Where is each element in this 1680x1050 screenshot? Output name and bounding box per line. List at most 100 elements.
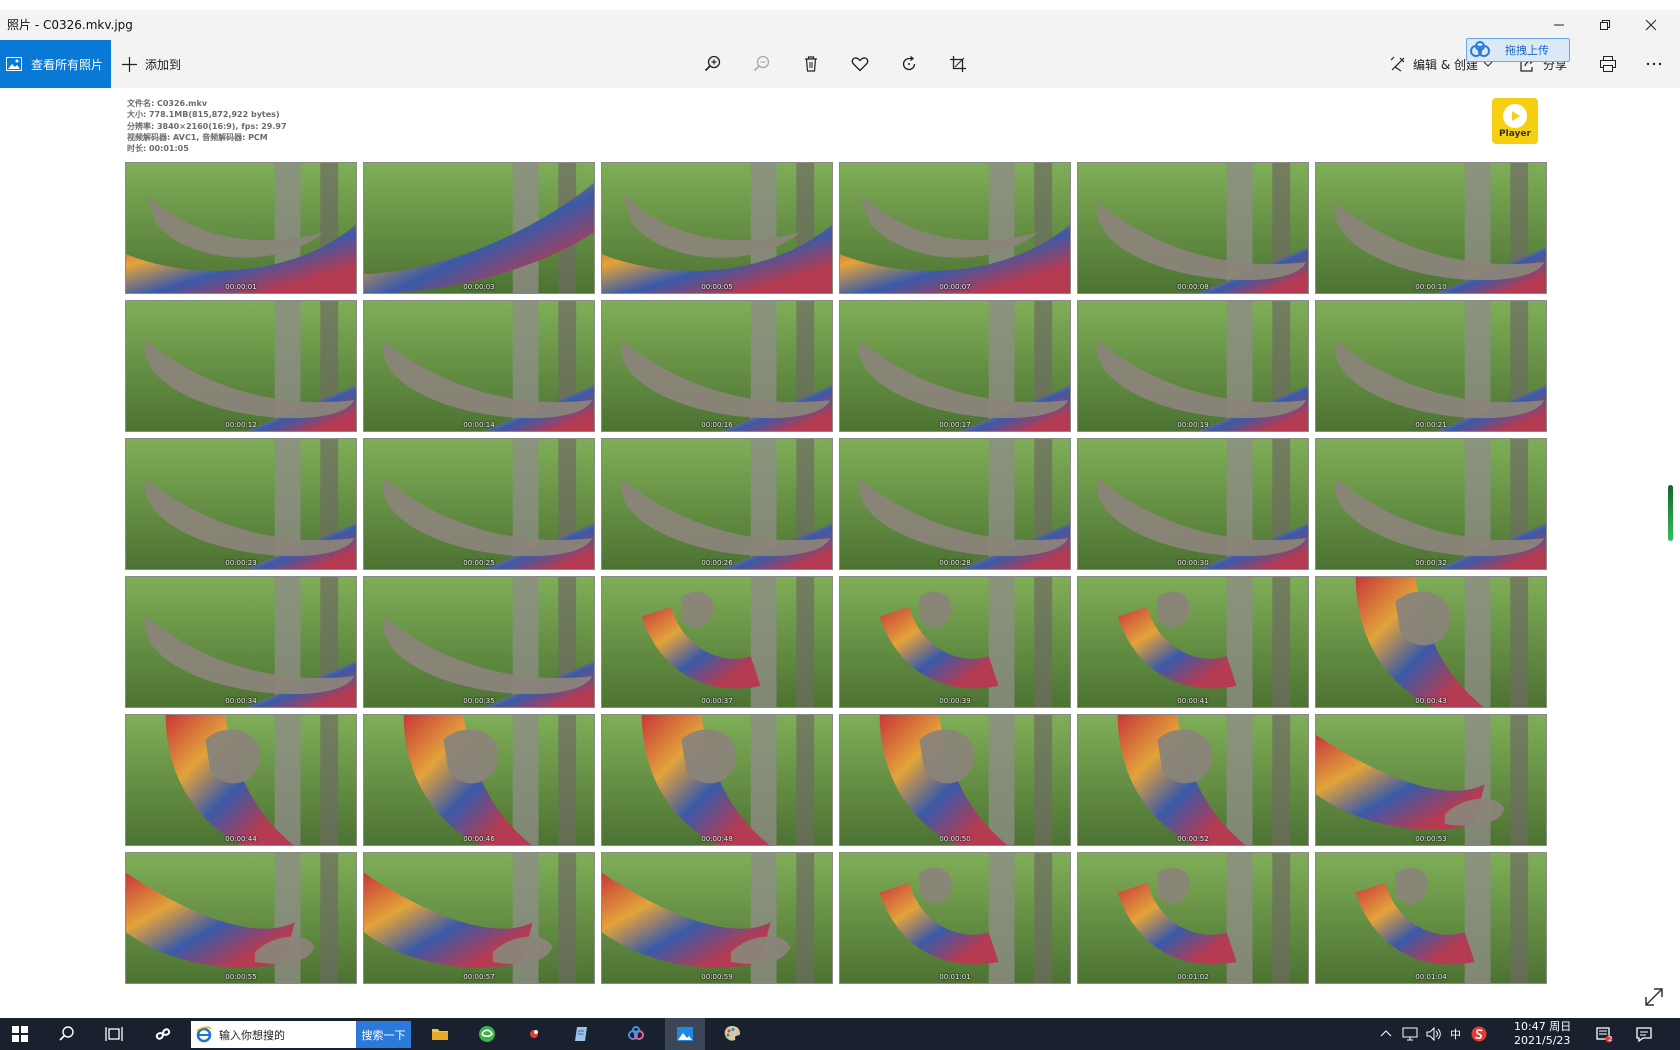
task-view-button[interactable] [94,1018,134,1050]
drag-upload-badge[interactable]: 拖拽上传 [1466,38,1570,62]
sogou-ime-icon[interactable] [1471,1026,1487,1042]
chevron-up-icon[interactable] [1380,1028,1392,1040]
video-thumbnail[interactable]: 00:01:01 [839,852,1071,984]
system-tray: 中 [1380,1018,1487,1050]
video-thumbnail[interactable]: 00:00:41 [1077,576,1309,708]
view-all-photos-button[interactable]: 查看所有照片 [0,40,111,88]
thumbnail-timestamp: 00:00:19 [1177,421,1209,429]
network-icon[interactable] [1402,1027,1418,1041]
ime-indicator[interactable]: 中 [1450,1026,1461,1042]
video-thumbnail[interactable]: 00:00:23 [125,438,357,570]
add-to-label: 添加到 [145,57,182,72]
close-icon [1645,19,1657,31]
paint-app-button[interactable] [712,1018,752,1050]
notes-app-button[interactable] [561,1018,601,1050]
thumbnail-timestamp: 00:00:50 [939,835,971,843]
video-thumbnail[interactable]: 00:00:35 [363,576,595,708]
zoom-out-icon [753,55,770,72]
thumbnail-image [602,163,832,293]
video-thumbnail[interactable]: 00:00:25 [363,438,595,570]
baidu-netdisk-button[interactable] [616,1018,656,1050]
thumbnail-image [602,301,832,431]
minimize-button[interactable] [1536,10,1582,40]
taskbar-search-box[interactable]: 输入你想搜的 [191,1021,356,1048]
video-thumbnail[interactable]: 00:00:30 [1077,438,1309,570]
delete-button[interactable] [798,51,824,77]
zoom-in-button[interactable] [700,51,726,77]
video-thumbnail[interactable]: 00:00:05 [601,162,833,294]
video-thumbnail[interactable]: 00:00:08 [1077,162,1309,294]
video-thumbnail[interactable]: 00:00:32 [1315,438,1547,570]
video-thumbnail[interactable]: 00:00:57 [363,852,595,984]
thumbnail-timestamp: 00:00:57 [463,973,495,981]
search-button[interactable] [47,1018,87,1050]
close-button[interactable] [1628,10,1674,40]
taskbar-clock[interactable]: 10:47 周日 2021/5/23 [1514,1020,1584,1048]
video-thumbnail[interactable]: 00:00:50 [839,714,1071,846]
video-thumbnail[interactable]: 00:00:48 [601,714,833,846]
expand-icon[interactable] [1642,985,1666,1009]
thumbnail-timestamp: 00:00:43 [1415,697,1447,705]
video-thumbnail[interactable]: 00:00:19 [1077,300,1309,432]
rotate-button[interactable] [896,51,922,77]
thumbnail-timestamp: 00:00:03 [463,283,495,291]
add-to-button[interactable]: 添加到 [122,40,181,88]
folder-icon [432,1029,448,1040]
file-explorer-button[interactable] [420,1018,460,1050]
thumbnail-image [1316,163,1546,293]
video-thumbnail[interactable]: 00:00:52 [1077,714,1309,846]
video-thumbnail[interactable]: 00:00:37 [601,576,833,708]
video-thumbnail[interactable]: 00:00:03 [363,162,595,294]
thumbnail-grid: 00:00:01 00:00:03 00:00:05 00:00:07 00:00:08… [125,162,1550,1002]
notes-tray-button[interactable]: 2 [1584,1018,1624,1050]
thumbnail-timestamp: 00:00:41 [1177,697,1209,705]
video-thumbnail[interactable]: 00:00:21 [1315,300,1547,432]
swirl-app-icon [155,1028,171,1040]
zoom-out-button[interactable] [749,51,775,77]
video-thumbnail[interactable]: 00:00:07 [839,162,1071,294]
video-thumbnail[interactable]: 00:01:04 [1315,852,1547,984]
clock-date: 2021/5/23 [1514,1034,1571,1047]
video-thumbnail[interactable]: 00:00:59 [601,852,833,984]
thumbnail-image [1316,439,1546,569]
thumbnail-timestamp: 00:00:21 [1415,421,1447,429]
print-button[interactable] [1595,51,1621,77]
thumbnail-image [126,439,356,569]
video-thumbnail[interactable]: 00:00:46 [363,714,595,846]
view-all-photos-label: 查看所有照片 [31,57,104,72]
favorite-button[interactable] [847,51,873,77]
video-thumbnail[interactable]: 00:00:53 [1315,714,1547,846]
video-thumbnail[interactable]: 00:00:26 [601,438,833,570]
photos-app-button[interactable] [665,1018,705,1050]
taskbar-search-submit[interactable]: 搜索一下 [356,1021,411,1048]
scrollbar-thumb[interactable] [1668,485,1673,541]
thumbnail-image [840,853,1070,983]
photo-viewer: 文件名: C0326.mkv 大小: 778.1MB(815,872,922 b… [0,88,1680,1018]
video-thumbnail[interactable]: 00:00:01 [125,162,357,294]
video-thumbnail[interactable]: 00:00:43 [1315,576,1547,708]
video-thumbnail[interactable]: 00:00:12 [125,300,357,432]
video-thumbnail[interactable]: 00:00:55 [125,852,357,984]
ie-icon [196,1026,212,1042]
video-thumbnail[interactable]: 00:01:02 [1077,852,1309,984]
file-info-line: 大小: 778.1MB(815,872,922 bytes) [127,110,280,120]
more-options-button[interactable] [1641,51,1667,77]
volume-icon[interactable] [1426,1027,1442,1041]
video-thumbnail[interactable]: 00:00:44 [125,714,357,846]
media-app-button[interactable] [514,1018,554,1050]
thumbnail-timestamp: 00:00:53 [1415,835,1447,843]
video-thumbnail[interactable]: 00:00:17 [839,300,1071,432]
crop-button[interactable] [945,51,971,77]
start-button[interactable] [0,1018,40,1050]
browser-360-button[interactable] [467,1018,507,1050]
video-thumbnail[interactable]: 00:00:16 [601,300,833,432]
app-360-button[interactable] [143,1018,183,1050]
video-thumbnail[interactable]: 00:00:10 [1315,162,1547,294]
video-thumbnail[interactable]: 00:00:34 [125,576,357,708]
restore-button[interactable] [1582,10,1628,40]
video-thumbnail[interactable]: 00:00:28 [839,438,1071,570]
browser-icon [479,1026,495,1042]
video-thumbnail[interactable]: 00:00:39 [839,576,1071,708]
video-thumbnail[interactable]: 00:00:14 [363,300,595,432]
action-center-button[interactable] [1624,1018,1664,1050]
